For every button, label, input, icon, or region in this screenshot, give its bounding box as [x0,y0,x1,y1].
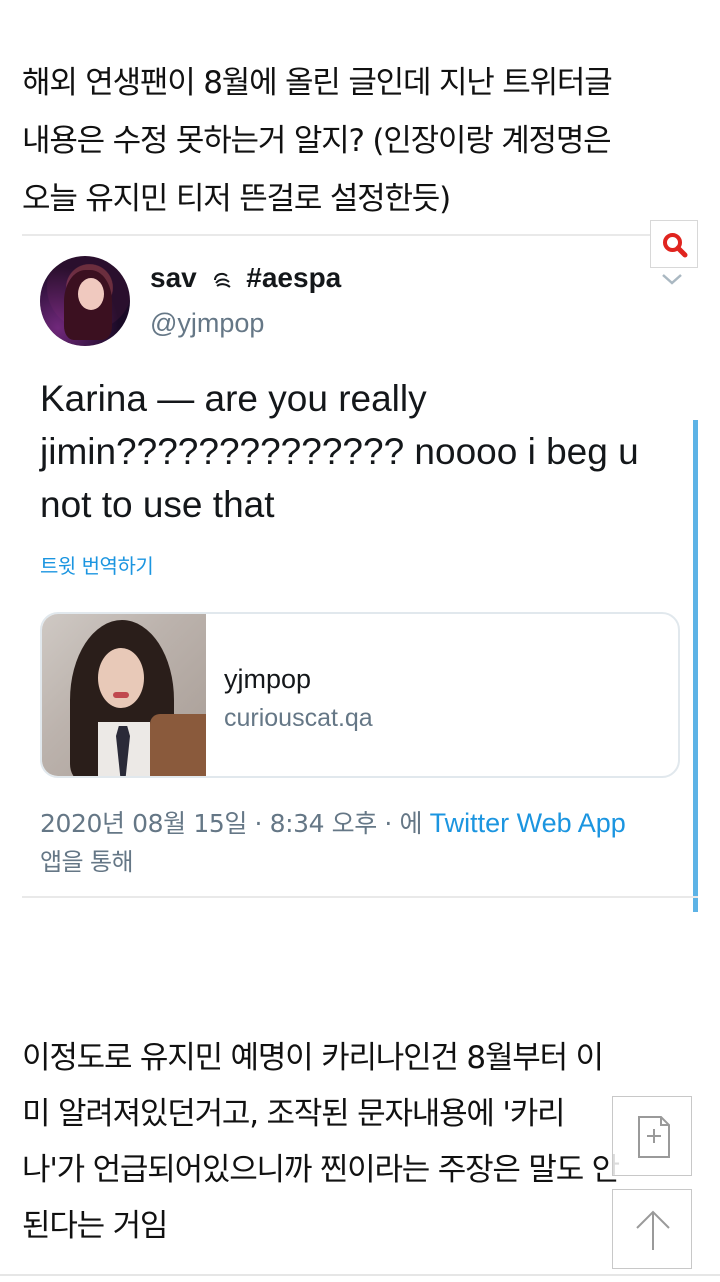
chevron-down-icon[interactable] [661,272,683,286]
intro-line: 오늘 유지민 티저 뜬걸로 설정한듯) [22,181,451,217]
tweet-source-suffix: 앱을 통해 [40,848,134,876]
page-bottom-divider [0,1274,720,1276]
tweet-timestamp: 2020년 08월 15일 · 8:34 오후 · 에 Twitter Web … [40,804,690,840]
tweet-text: Karina — are you really jimin???????????… [40,372,680,531]
embed-bottom-divider [22,896,698,898]
add-bookmark-icon [638,1116,670,1158]
scroll-top-button[interactable] [612,1189,692,1269]
tweet-text-line: jimin?????????????? noooo i beg u [40,431,639,472]
tweet-source-link[interactable]: Twitter Web App [430,808,626,838]
outro-line: 된다는 거임 [22,1208,168,1244]
post-outro-text: 이정도로 유지민 예명이 카리나인건 8월부터 이 미 알려져있던거고, 조작된… [22,1030,698,1254]
search-button[interactable] [650,220,698,268]
intro-line: 내용은 수정 못하는거 알지? (인장이랑 계정명은 [22,123,612,159]
link-preview-card[interactable]: yjmpop curiouscat.qa [40,612,680,778]
tweet-text-line: not to use that [40,484,275,525]
tweet-handle[interactable]: @yjmpop [150,308,264,339]
outro-line: 이정도로 유지민 예명이 카리나인건 8월부터 이 [22,1040,604,1076]
translate-tweet-link[interactable]: 트윗 번역하기 [40,550,154,579]
intro-line: 해외 연생팬이 8월에 올린 글인데 지난 트위터글 [22,65,613,101]
card-domain: curiouscat.qa [224,704,373,732]
outro-line: 미 알려져있던거고, 조작된 문자내용에 '카리 [22,1096,566,1132]
tweet-datetime: 2020년 08월 15일 · 8:34 오후 · 에 [40,809,430,838]
avatar[interactable] [40,256,130,346]
arrow-up-icon [636,1210,670,1250]
card-title: yjmpop [224,664,312,694]
post-intro-text: 해외 연생팬이 8월에 올린 글인데 지난 트위터글 내용은 수정 못하는거 알… [22,54,702,228]
scroll-indicator [693,420,698,912]
embed-top-divider [22,234,698,236]
tweet-author-name[interactable]: sav #aespa [150,262,341,294]
add-bookmark-button[interactable] [612,1096,692,1176]
outro-line: 나'가 언급되어있으니까 찐이라는 주장은 말도 안 [22,1152,620,1188]
display-name: sav [150,262,197,293]
display-name-tag: #aespa [246,262,342,293]
card-thumbnail [42,614,206,776]
search-icon [663,233,688,258]
aespa-logo-icon [213,272,231,288]
tweet-text-line: Karina — are you really [40,378,427,419]
